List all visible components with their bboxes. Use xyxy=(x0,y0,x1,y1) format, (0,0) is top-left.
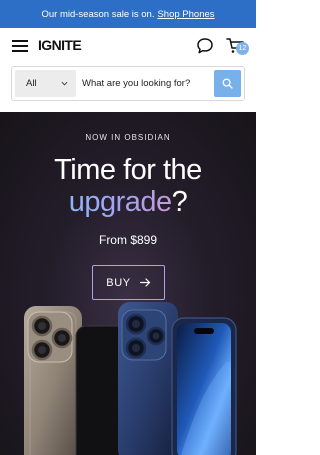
buy-button-label: BUY xyxy=(106,276,131,289)
hero-title-line1: Time for the xyxy=(54,154,202,186)
category-select[interactable]: All xyxy=(15,70,76,97)
chat-icon[interactable] xyxy=(196,37,214,55)
arrow-right-icon xyxy=(139,278,150,287)
hero-banner: NOW IN OBSIDIAN Time for the upgrade? Fr… xyxy=(0,112,256,455)
site-header: IGNITE 12 xyxy=(0,28,256,64)
chevron-down-icon xyxy=(61,81,68,86)
search-bar: All xyxy=(11,66,245,101)
search-icon xyxy=(222,78,233,89)
hero-title-highlight: upgrade xyxy=(68,186,172,218)
search-button[interactable] xyxy=(214,70,241,97)
buy-button[interactable]: BUY xyxy=(92,265,165,300)
hero-price: From $899 xyxy=(98,233,158,247)
shop-phones-link[interactable]: Shop Phones xyxy=(157,9,214,20)
cart-count-badge: 12 xyxy=(236,42,249,55)
hero-title-line2: upgrade? xyxy=(0,186,256,219)
phones-product-image xyxy=(24,302,237,455)
menu-icon[interactable] xyxy=(12,40,28,52)
logo[interactable]: IGNITE xyxy=(38,37,82,53)
category-label: All xyxy=(26,78,37,89)
announcement-bar: Our mid-season sale is on. Shop Phones xyxy=(0,0,256,28)
hero-eyebrow: NOW IN OBSIDIAN xyxy=(85,133,171,142)
announcement-text: Our mid-season sale is on. xyxy=(41,8,155,20)
search-input[interactable] xyxy=(82,70,210,97)
hero-title-suffix: ? xyxy=(171,186,188,218)
